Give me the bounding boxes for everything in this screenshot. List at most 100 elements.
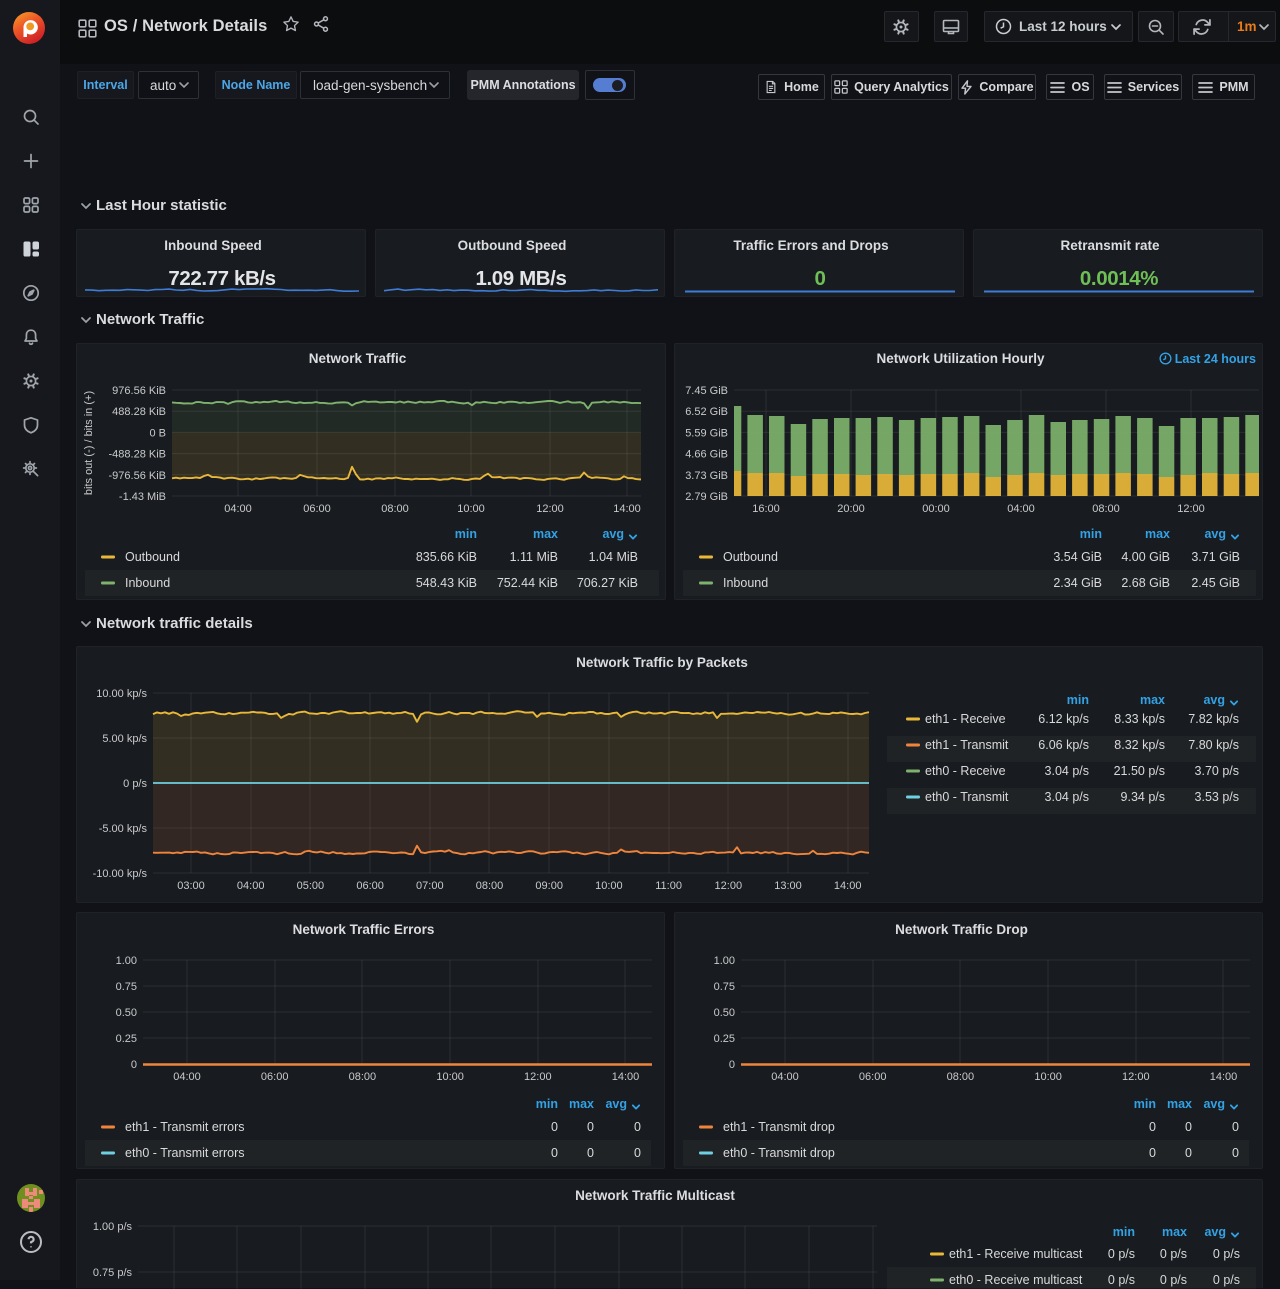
svg-text:10:00: 10:00 bbox=[457, 503, 485, 515]
svg-text:03:00: 03:00 bbox=[177, 880, 205, 892]
svg-text:05:00: 05:00 bbox=[297, 880, 325, 892]
svg-text:16:00: 16:00 bbox=[752, 503, 780, 515]
svg-text:avg: avg bbox=[605, 1097, 627, 1111]
svg-text:7.80 kp/s: 7.80 kp/s bbox=[1188, 738, 1239, 752]
svg-text:21.50 p/s: 21.50 p/s bbox=[1114, 764, 1165, 778]
svg-text:04:00: 04:00 bbox=[771, 1071, 799, 1083]
svg-text:2.34 GiB: 2.34 GiB bbox=[1053, 576, 1102, 590]
svg-text:eth1 - Receive: eth1 - Receive bbox=[925, 712, 1006, 726]
svg-text:04:00: 04:00 bbox=[173, 1071, 201, 1083]
svg-text:0.50: 0.50 bbox=[714, 1007, 735, 1019]
svg-text:0 p/s: 0 p/s bbox=[1213, 1273, 1240, 1287]
svg-text:11:00: 11:00 bbox=[655, 880, 682, 892]
svg-text:max: max bbox=[1145, 527, 1170, 541]
svg-text:2.45 GiB: 2.45 GiB bbox=[1191, 576, 1240, 590]
svg-text:3.70 p/s: 3.70 p/s bbox=[1195, 764, 1239, 778]
svg-text:0: 0 bbox=[1185, 1120, 1192, 1134]
svg-text:2.79 GiB: 2.79 GiB bbox=[685, 491, 728, 503]
svg-text:eth0 - Transmit errors: eth0 - Transmit errors bbox=[125, 1146, 244, 1160]
svg-text:06:00: 06:00 bbox=[261, 1071, 289, 1083]
svg-text:0: 0 bbox=[551, 1146, 558, 1160]
svg-text:08:00: 08:00 bbox=[1092, 503, 1120, 515]
svg-text:5.00 kp/s: 5.00 kp/s bbox=[102, 733, 147, 745]
svg-text:Inbound: Inbound bbox=[125, 576, 170, 590]
svg-text:0: 0 bbox=[131, 1059, 137, 1071]
svg-text:6.52 GiB: 6.52 GiB bbox=[685, 406, 728, 418]
svg-text:4.66 GiB: 4.66 GiB bbox=[685, 449, 728, 461]
svg-text:0: 0 bbox=[551, 1120, 558, 1134]
svg-text:10:00: 10:00 bbox=[595, 880, 623, 892]
svg-text:-1.43 MiB: -1.43 MiB bbox=[119, 491, 166, 503]
svg-text:0 p/s: 0 p/s bbox=[1213, 1247, 1240, 1261]
svg-text:0 p/s: 0 p/s bbox=[123, 778, 147, 790]
svg-text:Network Traffic by Packets: Network Traffic by Packets bbox=[576, 655, 748, 670]
svg-text:14:00: 14:00 bbox=[834, 880, 862, 892]
svg-text:0.25: 0.25 bbox=[714, 1033, 735, 1045]
svg-text:-5.00 kp/s: -5.00 kp/s bbox=[99, 823, 148, 835]
svg-text:Network Traffic: Network Traffic bbox=[309, 351, 407, 366]
svg-text:eth1 - Receive multicast: eth1 - Receive multicast bbox=[949, 1247, 1083, 1261]
svg-text:eth0 - Receive: eth0 - Receive bbox=[925, 764, 1006, 778]
svg-text:max: max bbox=[1167, 1097, 1192, 1111]
svg-text:Outbound Speed: Outbound Speed bbox=[458, 238, 567, 253]
svg-text:eth1 - Transmit: eth1 - Transmit bbox=[925, 738, 1009, 752]
svg-text:0.75 p/s: 0.75 p/s bbox=[93, 1267, 133, 1279]
svg-text:0.75: 0.75 bbox=[116, 981, 137, 993]
svg-text:09:00: 09:00 bbox=[535, 880, 563, 892]
svg-text:06:00: 06:00 bbox=[356, 880, 384, 892]
svg-text:0.25: 0.25 bbox=[116, 1033, 137, 1045]
svg-text:12:00: 12:00 bbox=[524, 1071, 552, 1083]
svg-text:1.09 MB/s: 1.09 MB/s bbox=[476, 267, 567, 290]
svg-text:04:00: 04:00 bbox=[237, 880, 265, 892]
svg-text:08:00: 08:00 bbox=[349, 1071, 377, 1083]
svg-text:avg: avg bbox=[1204, 1225, 1226, 1239]
svg-text:Network Traffic Multicast: Network Traffic Multicast bbox=[575, 1188, 735, 1203]
svg-text:08:00: 08:00 bbox=[947, 1071, 975, 1083]
svg-text:12:00: 12:00 bbox=[536, 503, 564, 515]
svg-text:min: min bbox=[1134, 1097, 1156, 1111]
svg-text:3.71 GiB: 3.71 GiB bbox=[1191, 550, 1240, 564]
svg-text:6.06 kp/s: 6.06 kp/s bbox=[1038, 738, 1089, 752]
svg-text:0.50: 0.50 bbox=[116, 1007, 137, 1019]
svg-text:Inbound Speed: Inbound Speed bbox=[164, 238, 262, 253]
svg-text:0: 0 bbox=[1185, 1146, 1192, 1160]
svg-text:Outbound: Outbound bbox=[125, 550, 180, 564]
svg-text:1.04 MiB: 1.04 MiB bbox=[589, 550, 638, 564]
svg-text:Traffic Errors and Drops: Traffic Errors and Drops bbox=[733, 238, 888, 253]
svg-text:0 p/s: 0 p/s bbox=[1160, 1273, 1187, 1287]
svg-text:04:00: 04:00 bbox=[1007, 503, 1035, 515]
svg-text:Network Traffic Drop: Network Traffic Drop bbox=[895, 922, 1028, 937]
svg-text:-976.56 KiB: -976.56 KiB bbox=[109, 470, 166, 482]
svg-text:13:00: 13:00 bbox=[774, 880, 802, 892]
svg-text:Outbound: Outbound bbox=[723, 550, 778, 564]
svg-text:20:00: 20:00 bbox=[837, 503, 865, 515]
svg-text:0: 0 bbox=[1149, 1120, 1156, 1134]
svg-text:1.11 MiB: 1.11 MiB bbox=[510, 550, 558, 564]
svg-text:eth1 - Transmit drop: eth1 - Transmit drop bbox=[723, 1120, 835, 1134]
svg-text:8.32 kp/s: 8.32 kp/s bbox=[1114, 738, 1165, 752]
svg-text:max: max bbox=[1162, 1225, 1187, 1239]
svg-text:0: 0 bbox=[634, 1146, 641, 1160]
svg-text:7.45 GiB: 7.45 GiB bbox=[685, 385, 728, 397]
svg-text:06:00: 06:00 bbox=[859, 1071, 887, 1083]
svg-text:bits out (-) / bits in (+): bits out (-) / bits in (+) bbox=[83, 391, 95, 495]
svg-text:08:00: 08:00 bbox=[476, 880, 504, 892]
svg-text:3.04 p/s: 3.04 p/s bbox=[1045, 790, 1089, 804]
svg-text:752.44 KiB: 752.44 KiB bbox=[497, 576, 558, 590]
svg-text:0: 0 bbox=[587, 1120, 594, 1134]
svg-text:avg: avg bbox=[1203, 1097, 1225, 1111]
svg-text:722.77 kB/s: 722.77 kB/s bbox=[168, 267, 275, 290]
svg-text:max: max bbox=[569, 1097, 594, 1111]
svg-text:avg: avg bbox=[602, 527, 624, 541]
svg-text:548.43 KiB: 548.43 KiB bbox=[416, 576, 477, 590]
svg-text:eth0 - Transmit: eth0 - Transmit bbox=[925, 790, 1009, 804]
svg-text:0: 0 bbox=[1232, 1120, 1239, 1134]
svg-text:488.28 KiB: 488.28 KiB bbox=[112, 406, 166, 418]
svg-text:max: max bbox=[533, 527, 558, 541]
svg-text:5.59 GiB: 5.59 GiB bbox=[685, 427, 728, 439]
svg-text:0 p/s: 0 p/s bbox=[1108, 1247, 1135, 1261]
svg-text:eth0 - Receive multicast: eth0 - Receive multicast bbox=[949, 1273, 1083, 1287]
svg-text:0.0014%: 0.0014% bbox=[1080, 267, 1158, 290]
svg-text:eth1 - Transmit errors: eth1 - Transmit errors bbox=[125, 1120, 244, 1134]
svg-text:976.56 KiB: 976.56 KiB bbox=[112, 385, 166, 397]
